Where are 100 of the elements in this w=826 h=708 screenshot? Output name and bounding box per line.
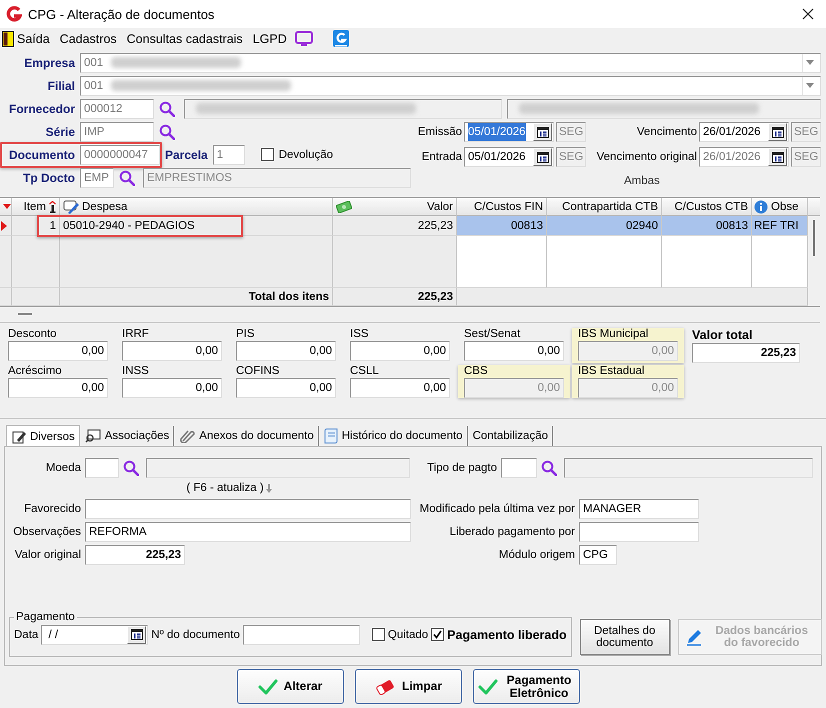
table-cell: 225,23 xyxy=(418,220,453,232)
field-label: Nº do documento xyxy=(151,628,240,640)
status-text: Ambas xyxy=(623,175,661,189)
calendar-icon xyxy=(536,152,548,162)
app-logo-icon[interactable] xyxy=(332,30,349,48)
dropdown-button[interactable] xyxy=(802,76,817,94)
field-label: Filial xyxy=(46,78,75,92)
calendar-button[interactable] xyxy=(533,123,552,141)
field-label: Sest/Senat xyxy=(464,328,522,340)
calendar-button[interactable] xyxy=(533,148,552,166)
calendar-button[interactable] xyxy=(127,626,146,644)
monitor-icon[interactable] xyxy=(294,31,313,47)
check-icon xyxy=(478,678,498,694)
caret-icon xyxy=(806,60,814,65)
date-field[interactable]: 26/01/2026 xyxy=(699,122,789,142)
input-field[interactable] xyxy=(579,522,699,542)
search-icon[interactable] xyxy=(123,460,139,476)
date-field[interactable]: / / xyxy=(41,624,148,644)
field-label: Módulo origem xyxy=(498,548,575,560)
search-icon[interactable] xyxy=(159,124,175,140)
input-field[interactable]: 225,23 xyxy=(692,343,800,363)
input-field[interactable] xyxy=(85,498,411,518)
date-field[interactable]: 05/01/2026 xyxy=(464,147,554,167)
search-icon[interactable] xyxy=(159,100,175,116)
column-header xyxy=(808,198,820,216)
input-field[interactable] xyxy=(242,624,360,644)
field-label: Valor total xyxy=(692,328,754,342)
checkbox-label: Devolução xyxy=(278,148,334,160)
input-field[interactable]: 0,00 xyxy=(464,341,564,361)
input-field[interactable]: 225,23 xyxy=(85,544,185,564)
button[interactable]: Detalhes do documento xyxy=(580,619,670,655)
column-header[interactable]: Despesa xyxy=(82,200,128,212)
input-field[interactable]: 1 xyxy=(212,144,245,164)
input-field[interactable] xyxy=(501,458,537,478)
calendar-button[interactable] xyxy=(768,123,787,141)
input-field[interactable]: 0,00 xyxy=(8,378,108,398)
field-label: Valor original xyxy=(14,548,81,560)
input-field[interactable]: 000012 xyxy=(80,98,154,118)
calendar-icon xyxy=(536,126,548,138)
field-label: IRRF xyxy=(122,328,150,340)
field-label: CSLL xyxy=(350,365,380,377)
checkbox[interactable] xyxy=(431,628,444,641)
table-cell: REF TRI xyxy=(754,220,799,232)
input-field[interactable]: 0,00 xyxy=(236,378,336,398)
info-icon xyxy=(754,200,768,214)
input-field[interactable]: REFORMA xyxy=(85,522,411,542)
menu-item[interactable]: Cadastros xyxy=(60,32,117,46)
calendar-icon xyxy=(772,152,784,162)
input-field[interactable]: 001 xyxy=(80,76,821,96)
field-label: CBS xyxy=(464,365,489,377)
input-field[interactable]: IMP xyxy=(80,122,154,142)
input-field[interactable]: 001 xyxy=(80,52,821,72)
input-field[interactable] xyxy=(85,458,119,478)
input-field[interactable]: 0,00 xyxy=(350,378,450,398)
input-field[interactable]: 0,00 xyxy=(236,341,336,361)
column-header[interactable]: Valor xyxy=(427,200,453,212)
button[interactable]: Pagamento Eletrônico xyxy=(472,669,580,704)
field-label: Série xyxy=(44,124,75,138)
field-label: ISS xyxy=(350,328,370,340)
scrollbar[interactable] xyxy=(808,216,820,306)
table-cell: 00813 xyxy=(716,220,748,232)
input-field[interactable]: 0000000047 xyxy=(80,144,160,164)
input-field[interactable] xyxy=(564,458,813,478)
scroll-icon xyxy=(324,428,338,444)
menu-item[interactable]: Saída xyxy=(17,32,50,46)
input-field[interactable]: EMP xyxy=(80,168,114,188)
input-field[interactable]: 0,00 xyxy=(8,341,108,361)
sort-order-icon xyxy=(49,200,56,212)
input-field[interactable]: CPG xyxy=(579,544,617,564)
button[interactable]: Limpar xyxy=(354,669,462,704)
checkbox-label: Pagamento liberado xyxy=(447,628,567,642)
total-label: Total dos itens xyxy=(248,290,329,302)
input-field[interactable]: 0,00 xyxy=(122,378,222,398)
field-label: COFINS xyxy=(236,365,280,377)
tab[interactable]: Diversos xyxy=(6,425,80,447)
checkbox[interactable] xyxy=(372,628,385,641)
field-label: Fornecedor xyxy=(8,102,75,116)
input-field[interactable] xyxy=(184,98,502,118)
checkbox[interactable] xyxy=(260,148,274,161)
menu-item[interactable]: LGPD xyxy=(252,32,287,46)
close-icon[interactable] xyxy=(802,8,814,20)
field-label: Empresa xyxy=(23,56,75,70)
dropdown-button[interactable] xyxy=(802,54,817,72)
search-icon[interactable] xyxy=(541,460,557,476)
input-field[interactable] xyxy=(507,98,821,118)
input-field[interactable] xyxy=(146,458,410,478)
input-field[interactable]: 0,00 xyxy=(350,341,450,361)
field-label: Tp Docto xyxy=(22,170,75,184)
input-field[interactable]: MANAGER xyxy=(579,498,699,518)
menu-item[interactable]: Consultas cadastrais xyxy=(126,32,243,46)
date-field[interactable]: 05/01/2026 xyxy=(464,122,554,142)
field-label: Desconto xyxy=(8,328,58,340)
window-title: CPG - Alteração de documentos xyxy=(28,6,216,22)
button[interactable]: Alterar xyxy=(236,669,344,704)
input-field[interactable]: 0,00 xyxy=(122,341,222,361)
search-icon[interactable] xyxy=(119,170,135,186)
app-logo-icon xyxy=(6,6,22,22)
note-icon xyxy=(63,200,79,214)
field-label: Entrada xyxy=(422,151,462,163)
splitter-handle-icon xyxy=(18,313,32,316)
